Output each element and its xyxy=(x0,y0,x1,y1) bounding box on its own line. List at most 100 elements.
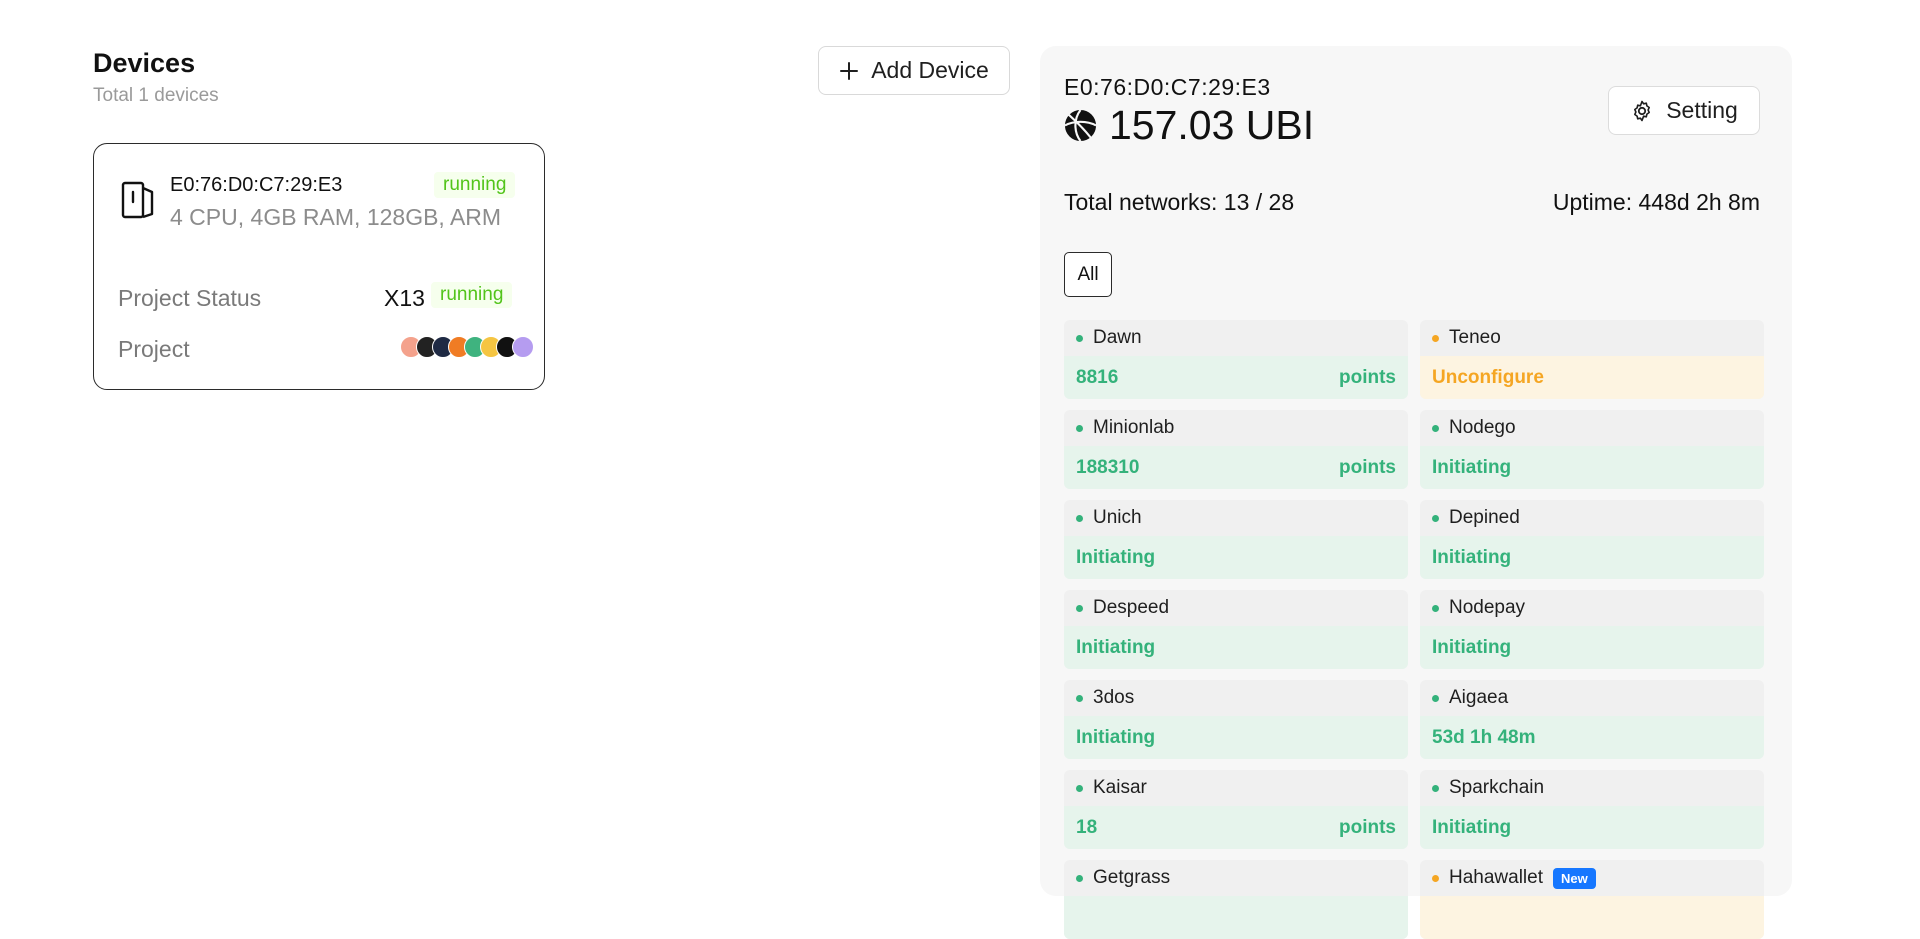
network-name: 3dos xyxy=(1093,687,1135,708)
network-card-aigaea[interactable]: Aigaea 53d 1h 48m xyxy=(1420,680,1764,759)
status-dot xyxy=(1076,424,1083,432)
network-card-sparkchain[interactable]: Sparkchain Initiating xyxy=(1420,770,1764,849)
project-status-value: X13 xyxy=(384,285,425,311)
project-status-label: Project Status xyxy=(118,285,262,311)
gear-icon xyxy=(1634,100,1651,121)
network-card-body: Initiating xyxy=(1420,806,1764,849)
balance-value: 157.03 UBI xyxy=(1109,102,1315,148)
status-dot xyxy=(1432,424,1439,432)
network-value: Initiating xyxy=(1432,546,1512,568)
network-card-header: Teneo xyxy=(1420,320,1764,356)
network-card-teneo[interactable]: Teneo Unconfigure xyxy=(1420,320,1764,399)
balance: 157.03 UBI xyxy=(1064,102,1314,149)
network-card-dawn[interactable]: Dawn 8816 points xyxy=(1064,320,1408,399)
add-device-button[interactable]: Add Device xyxy=(818,46,1010,95)
device-card[interactable]: E0:76:D0:C7:29:E3 running 4 CPU, 4GB RAM… xyxy=(93,143,545,390)
status-dot xyxy=(1076,514,1083,522)
network-card-header: Minionlab xyxy=(1064,410,1408,446)
network-card-header: Aigaea xyxy=(1420,680,1764,716)
plus-icon xyxy=(840,61,859,80)
network-card-nodepay[interactable]: Nodepay Initiating xyxy=(1420,590,1764,669)
status-dot xyxy=(1076,604,1083,612)
device-specs: 4 CPU, 4GB RAM, 128GB, ARM xyxy=(170,204,502,230)
panel-mac: E0:76:D0:C7:29:E3 xyxy=(1064,74,1271,100)
status-dot xyxy=(1076,694,1083,702)
network-card-header: Sparkchain xyxy=(1420,770,1764,806)
network-name: Nodepay xyxy=(1449,597,1526,618)
network-card-body: 8816 points xyxy=(1064,356,1408,399)
network-card-header: Nodepay xyxy=(1420,590,1764,626)
devices-count: Total 1 devices xyxy=(93,85,219,106)
status-dot xyxy=(1432,784,1439,792)
project-status-badge: running xyxy=(431,282,513,308)
status-dot xyxy=(1432,694,1439,702)
network-card-nodego[interactable]: Nodego Initiating xyxy=(1420,410,1764,489)
points-label: points xyxy=(1339,456,1396,478)
network-name: Sparkchain xyxy=(1449,777,1545,798)
network-name: Hahawallet xyxy=(1449,867,1543,888)
network-name: Teneo xyxy=(1449,327,1501,348)
network-value: Initiating xyxy=(1076,636,1156,658)
network-value: Unconfigure xyxy=(1432,366,1544,388)
network-card-minionlab[interactable]: Minionlab 188310 points xyxy=(1064,410,1408,489)
network-name: Unich xyxy=(1093,507,1142,528)
network-card-header: Getgrass xyxy=(1064,860,1408,896)
network-card-body: 53d 1h 48m xyxy=(1420,716,1764,759)
device-icon xyxy=(121,181,154,219)
devices-header: Devices Total 1 devices xyxy=(93,48,219,107)
network-card-header: Hahawallet New xyxy=(1420,860,1764,896)
network-card-body: Unconfigure xyxy=(1420,356,1764,399)
network-card-header: 3dos xyxy=(1064,680,1408,716)
network-value: Initiating xyxy=(1432,456,1512,478)
network-card-body: 188310 points xyxy=(1064,446,1408,489)
network-card-body xyxy=(1420,896,1764,939)
network-card-body: Initiating xyxy=(1420,536,1764,579)
total-networks: Total networks: 13 / 28 xyxy=(1064,189,1295,215)
network-value: Initiating xyxy=(1076,726,1156,748)
network-card-body: Initiating xyxy=(1064,626,1408,669)
network-card-header: Nodego xyxy=(1420,410,1764,446)
network-name: Depined xyxy=(1449,507,1520,528)
network-name: Kaisar xyxy=(1093,777,1147,798)
network-card-hahawallet[interactable]: Hahawallet New xyxy=(1420,860,1764,939)
network-name: Nodego xyxy=(1449,417,1516,438)
network-card-3dos[interactable]: 3dos Initiating xyxy=(1064,680,1408,759)
network-card-despeed[interactable]: Despeed Initiating xyxy=(1064,590,1408,669)
network-value: 188310 xyxy=(1076,456,1140,478)
network-card-depined[interactable]: Depined Initiating xyxy=(1420,500,1764,579)
filter-all-button[interactable]: All xyxy=(1064,252,1112,297)
points-label: points xyxy=(1339,366,1396,388)
network-value: 53d 1h 48m xyxy=(1432,726,1536,748)
status-dot xyxy=(1076,784,1083,792)
network-card-getgrass[interactable]: Getgrass xyxy=(1064,860,1408,939)
network-card-header: Unich xyxy=(1064,500,1408,536)
network-card-header: Dawn xyxy=(1064,320,1408,356)
status-dot xyxy=(1432,874,1439,882)
network-card-body xyxy=(1064,896,1408,939)
network-card-unich[interactable]: Unich Initiating xyxy=(1064,500,1408,579)
network-name: Aigaea xyxy=(1449,687,1509,708)
add-device-label: Add Device xyxy=(871,57,989,83)
network-value: Initiating xyxy=(1432,636,1512,658)
points-label: points xyxy=(1339,816,1396,838)
network-card-header: Kaisar xyxy=(1064,770,1408,806)
network-name: Minionlab xyxy=(1093,417,1175,438)
status-dot xyxy=(1076,334,1083,342)
network-value: 8816 xyxy=(1076,366,1119,388)
network-card-kaisar[interactable]: Kaisar 18 points xyxy=(1064,770,1408,849)
setting-button[interactable]: Setting xyxy=(1608,86,1760,135)
device-status-badge: running xyxy=(434,172,516,198)
network-name: Getgrass xyxy=(1093,867,1171,888)
network-value: 18 xyxy=(1076,816,1098,838)
network-value: Initiating xyxy=(1076,546,1156,568)
network-name: Despeed xyxy=(1093,597,1170,618)
ubi-coin-icon xyxy=(1064,109,1097,142)
network-card-body: Initiating xyxy=(1064,716,1408,759)
device-mac: E0:76:D0:C7:29:E3 xyxy=(170,174,343,196)
network-card-body: Initiating xyxy=(1064,536,1408,579)
status-dot xyxy=(1432,604,1439,612)
status-dot xyxy=(1076,874,1083,882)
network-card-body: Initiating xyxy=(1420,446,1764,489)
status-dot xyxy=(1432,514,1439,522)
project-label: Project xyxy=(118,336,190,362)
